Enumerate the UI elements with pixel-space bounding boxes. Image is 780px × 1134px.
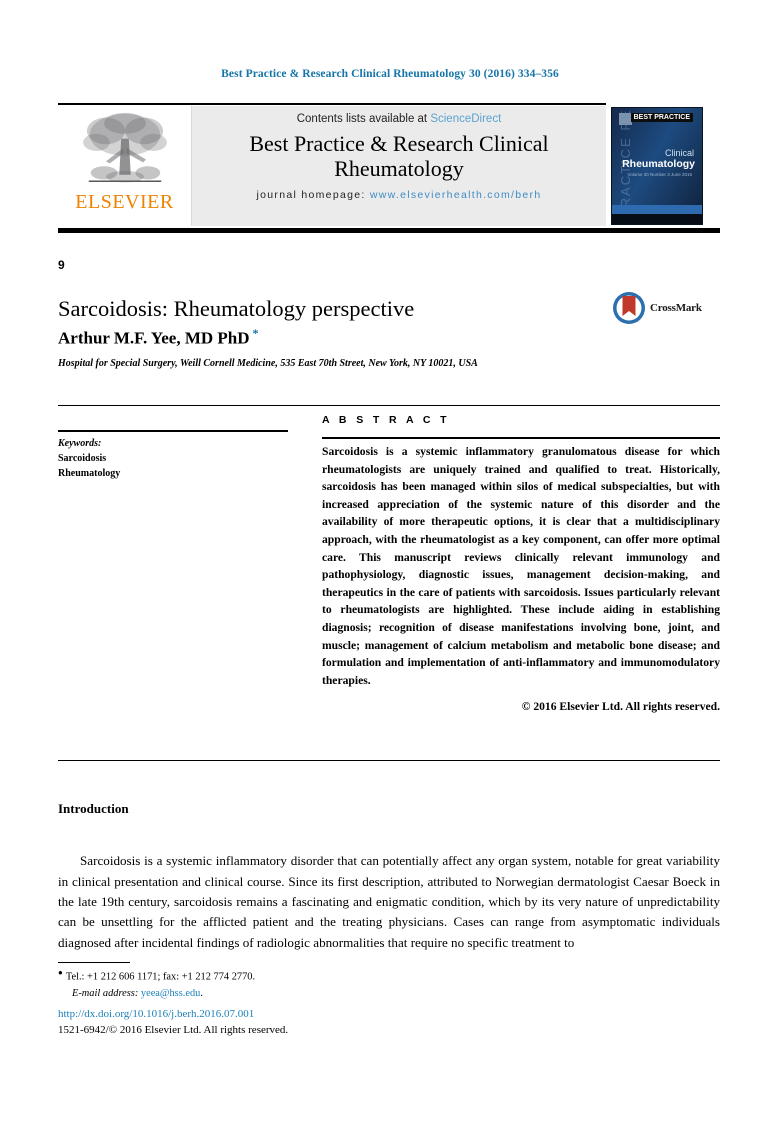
abstract-copyright: © 2016 Elsevier Ltd. All rights reserved…: [521, 700, 720, 713]
abstract-text: Sarcoidosis is a systemic inflammatory g…: [322, 445, 720, 687]
contents-line: Contents lists available at ScienceDirec…: [297, 113, 502, 125]
footnote-email: E-mail address: yeea@hss.edu.: [58, 986, 478, 1002]
footnote-email-suffix: .: [200, 987, 203, 999]
journal-title-line2: Rheumatology: [334, 156, 464, 182]
cover-issue-info: Volume 30 Number 3 June 2016: [627, 172, 692, 177]
crossmark-icon: [613, 292, 645, 324]
body-paragraph: Sarcoidosis is a systemic inflammatory d…: [58, 853, 720, 950]
corresponding-author-mark: *: [252, 326, 259, 340]
footnote-block: ● Tel.: +1 212 606 1171; fax: +1 212 774 …: [58, 967, 478, 1002]
footnote-rule: [58, 962, 130, 963]
keywords-rule: [58, 430, 288, 432]
author-affiliation: Hospital for Special Surgery, Weill Corn…: [58, 358, 478, 369]
keywords-block: Keywords: Sarcoidosis Rheumatology: [58, 436, 288, 481]
footnote-tel-text: Tel.: +1 212 606 1171; fax: +1 212 774 2…: [65, 971, 256, 983]
section-heading-introduction: Introduction: [58, 800, 129, 816]
cover-best-practice-badge: BEST PRACTICE: [630, 113, 693, 123]
footnote-tel: ● Tel.: +1 212 606 1171; fax: +1 212 774 …: [58, 967, 478, 986]
journal-title: Best Practice & Research Clinical Rheuma…: [243, 131, 554, 181]
elsevier-wordmark: ELSEVIER: [75, 191, 174, 213]
footnote-email-label: E-mail address:: [72, 987, 141, 999]
contents-prefix: Contents lists available at: [296, 113, 431, 125]
author-name: Arthur M.F. Yee, MD PhD *: [58, 326, 259, 349]
abstract-block-bottom-rule: [58, 760, 720, 761]
issn-copyright-line: 1521-6942/© 2016 Elsevier Ltd. All right…: [58, 1024, 289, 1036]
journal-title-line1: Best Practice & Research Clinical: [249, 131, 549, 156]
abstract-heading: A B S T R A C T: [322, 414, 450, 426]
cover-color-band: [612, 205, 702, 214]
masthead-center: Contents lists available at ScienceDirec…: [192, 106, 606, 226]
doi-link[interactable]: http://dx.doi.org/10.1016/j.berh.2016.07…: [58, 1008, 254, 1020]
masthead-bottom-rule: [58, 228, 720, 233]
running-head: Best Practice & Research Clinical Rheuma…: [221, 68, 559, 80]
cover-title-line1: Clinical: [664, 148, 694, 158]
keyword-item: Rheumatology: [58, 468, 121, 479]
elsevier-tree-icon: [82, 112, 167, 183]
journal-cover-thumbnail: PRACTICE RESEARCH BEST PRACTICE Clinical…: [611, 107, 703, 225]
author-name-text: Arthur M.F. Yee, MD PhD: [58, 328, 250, 348]
keyword-item: Sarcoidosis: [58, 453, 107, 464]
keywords-heading: Keywords:: [58, 438, 102, 449]
cover-footer-band: [612, 214, 702, 224]
homepage-url-link[interactable]: www.elsevierhealth.com/berh: [370, 189, 542, 201]
masthead-top-rule: [58, 103, 606, 105]
footnote-email-link[interactable]: yeea@hss.edu: [141, 988, 200, 999]
homepage-label: journal homepage:: [256, 189, 370, 202]
elsevier-logo: ELSEVIER: [58, 106, 192, 226]
sciencedirect-link[interactable]: ScienceDirect: [430, 113, 501, 125]
cover-title-line2: Rheumatology: [622, 158, 695, 170]
abstract-block-top-rule: [58, 405, 720, 406]
abstract-rule: [322, 437, 720, 439]
masthead-inner: ELSEVIER Contents lists available at Sci…: [58, 106, 606, 226]
journal-homepage-line: journal homepage: www.elsevierhealth.com…: [257, 189, 542, 201]
crossmark-badge[interactable]: CrossMark: [612, 289, 708, 327]
crossmark-label: CrossMark: [650, 302, 702, 314]
article-page: Best Practice & Research Clinical Rheuma…: [0, 0, 780, 1134]
page-title: Sarcoidosis: Rheumatology perspective: [58, 296, 415, 322]
footnote-mark-icon: ●: [58, 968, 63, 977]
article-number: 9: [58, 258, 65, 272]
